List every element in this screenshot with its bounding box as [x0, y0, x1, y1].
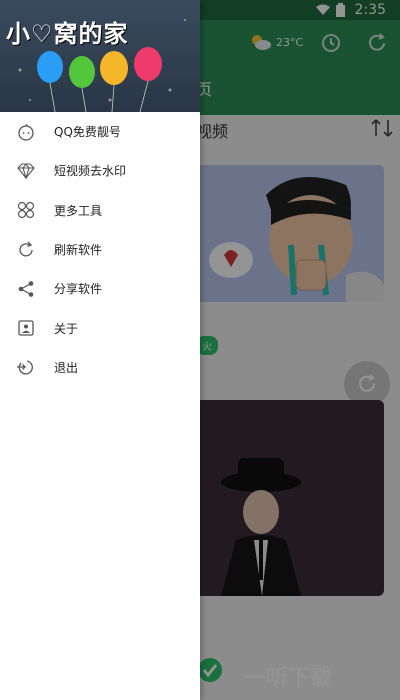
qq-face-icon [16, 122, 36, 142]
menu-item-label: 关于 [54, 321, 79, 336]
diamond-icon [16, 161, 36, 181]
menu-item-about[interactable]: 关于 [0, 308, 200, 347]
menu-item-label: 分享软件 [54, 282, 103, 297]
menu-item-qq-number[interactable]: QQ免费靓号 [0, 112, 200, 151]
menu-item-share-app[interactable]: 分享软件 [0, 269, 200, 308]
menu-item-label: 刷新软件 [54, 243, 103, 258]
refresh-icon [16, 240, 36, 260]
menu-item-label: 更多工具 [54, 203, 103, 218]
about-icon [16, 318, 36, 338]
menu-item-refresh-app[interactable]: 刷新软件 [0, 230, 200, 269]
drawer-menu: QQ免费靓号 短视频去水印 更多工具 刷新软件 分享软件 关于 退出 [0, 112, 200, 387]
drawer-header: 小♡窝的家 [0, 0, 200, 112]
menu-item-label: QQ免费靓号 [54, 125, 121, 140]
menu-item-label: 短视频去水印 [54, 164, 127, 179]
menu-item-exit[interactable]: 退出 [0, 348, 200, 387]
menu-item-label: 退出 [54, 360, 79, 375]
tools-grid-icon [16, 200, 36, 220]
menu-item-remove-watermark[interactable]: 短视频去水印 [0, 151, 200, 190]
exit-icon [16, 357, 36, 377]
share-icon [16, 279, 36, 299]
navigation-drawer: 小♡窝的家 QQ免费靓号 短视频去水印 更多工具 刷新软件 分享软件 关于 退出 [0, 0, 200, 700]
menu-item-more-tools[interactable]: 更多工具 [0, 191, 200, 230]
app-logo-text: 小♡窝的家 [6, 19, 129, 48]
